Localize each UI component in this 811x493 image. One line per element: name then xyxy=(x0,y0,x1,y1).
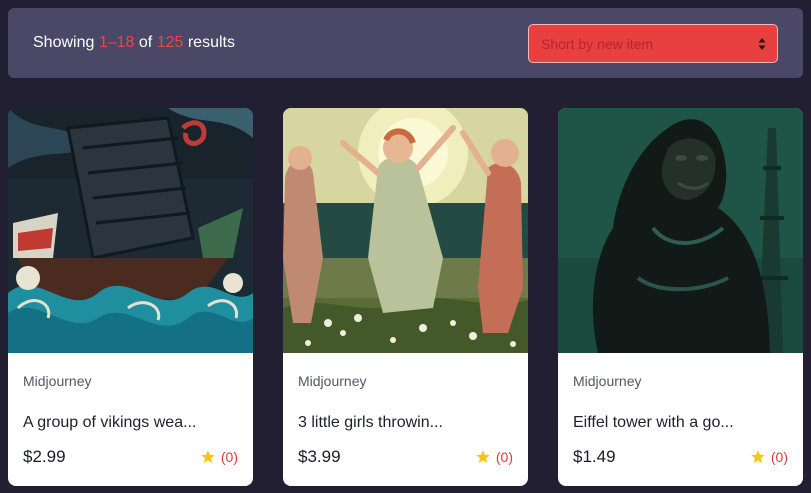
product-title[interactable]: A group of vikings wea... xyxy=(23,413,196,432)
star-icon xyxy=(201,450,215,463)
range-start: 1 xyxy=(98,34,108,51)
rating-count: (0) xyxy=(495,449,513,465)
range-dash: – xyxy=(107,34,117,51)
product-image-vikings[interactable] xyxy=(8,108,253,353)
product-category: Midjourney xyxy=(573,373,642,389)
product-rating: (0) xyxy=(475,449,513,465)
product-title[interactable]: Eiffel tower with a go... xyxy=(573,413,734,432)
product-card[interactable]: Midjourney Eiffel tower with a go... $1.… xyxy=(558,108,803,486)
showing-label: Showing xyxy=(33,34,95,51)
sort-dropdown[interactable]: Short by new item xyxy=(528,24,778,63)
rating-count: (0) xyxy=(770,449,788,465)
product-category: Midjourney xyxy=(298,373,367,389)
results-toolbar: Showing 1–18 of 125 results Short by new… xyxy=(8,8,803,78)
product-image-girls[interactable] xyxy=(283,108,528,353)
product-image-gorilla[interactable] xyxy=(558,108,803,353)
result-count-text: Showing 1–18 of 125 results xyxy=(33,34,235,52)
product-category: Midjourney xyxy=(23,373,92,389)
product-card[interactable]: Midjourney A group of vikings wea... $2.… xyxy=(8,108,253,486)
of-label: of xyxy=(138,34,153,51)
product-price: $1.49 xyxy=(573,447,616,466)
star-icon xyxy=(751,450,765,463)
product-price: $2.99 xyxy=(23,447,66,466)
range-end: 18 xyxy=(116,34,135,51)
sort-dropdown-label: Short by new item xyxy=(541,36,654,52)
star-icon xyxy=(476,450,490,463)
total-count: 125 xyxy=(156,34,184,51)
product-rating: (0) xyxy=(750,449,788,465)
product-rating: (0) xyxy=(200,449,238,465)
product-card[interactable]: Midjourney 3 little girls throwin... $3.… xyxy=(283,108,528,486)
rating-count: (0) xyxy=(220,449,238,465)
sort-updown-icon xyxy=(758,38,766,50)
results-label: results xyxy=(187,34,235,51)
product-price: $3.99 xyxy=(298,447,341,466)
product-title[interactable]: 3 little girls throwin... xyxy=(298,413,443,432)
